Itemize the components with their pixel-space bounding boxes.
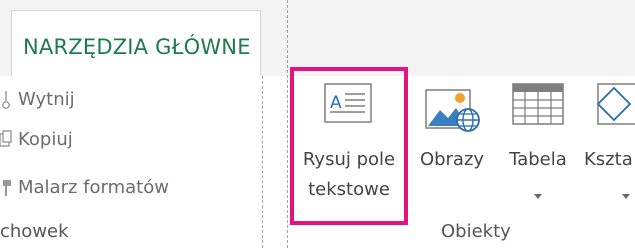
tab-home-label: NARZĘDZIA GŁÓWNE [23,35,251,59]
tab-home[interactable]: NARZĘDZIA GŁÓWNE [11,10,261,77]
table-icon [512,82,564,132]
objects-group-label: Obiekty [441,221,511,242]
cut-button[interactable]: Wytnij [0,86,75,112]
pictures-icon [422,80,482,140]
clipboard-group-label: chowek [0,221,69,242]
copy-button[interactable]: Kopiuj [0,126,73,152]
cut-label: Wytnij [18,88,75,110]
ribbon-screenshot: NARZĘDZIA GŁÓWNE Wytnij Kopiuj Malarz fo… [0,0,635,248]
table-dropdown-caret [534,194,542,199]
copy-icon [0,129,12,149]
shapes-icon [590,82,635,134]
table-label: Tabela [509,149,567,170]
ribbon-tab-strip: NARZĘDZIA GŁÓWNE [0,0,635,77]
format-painter-label: Malarz formatów [18,176,169,198]
scissors-icon [0,89,12,109]
pictures-button[interactable]: Obrazy [412,76,492,226]
table-button[interactable]: Tabela [500,76,576,226]
pictures-label: Obrazy [419,149,485,170]
format-painter-icon [0,177,12,197]
shapes-dropdown-caret [622,194,630,199]
shapes-label: Kszta [584,149,633,170]
group-separator [287,0,288,248]
shapes-button[interactable]: Kszta [584,76,635,226]
highlight-box [290,67,408,225]
format-painter-button[interactable]: Malarz formatów [0,174,169,200]
group-separator [262,76,263,248]
copy-label: Kopiuj [18,128,73,150]
